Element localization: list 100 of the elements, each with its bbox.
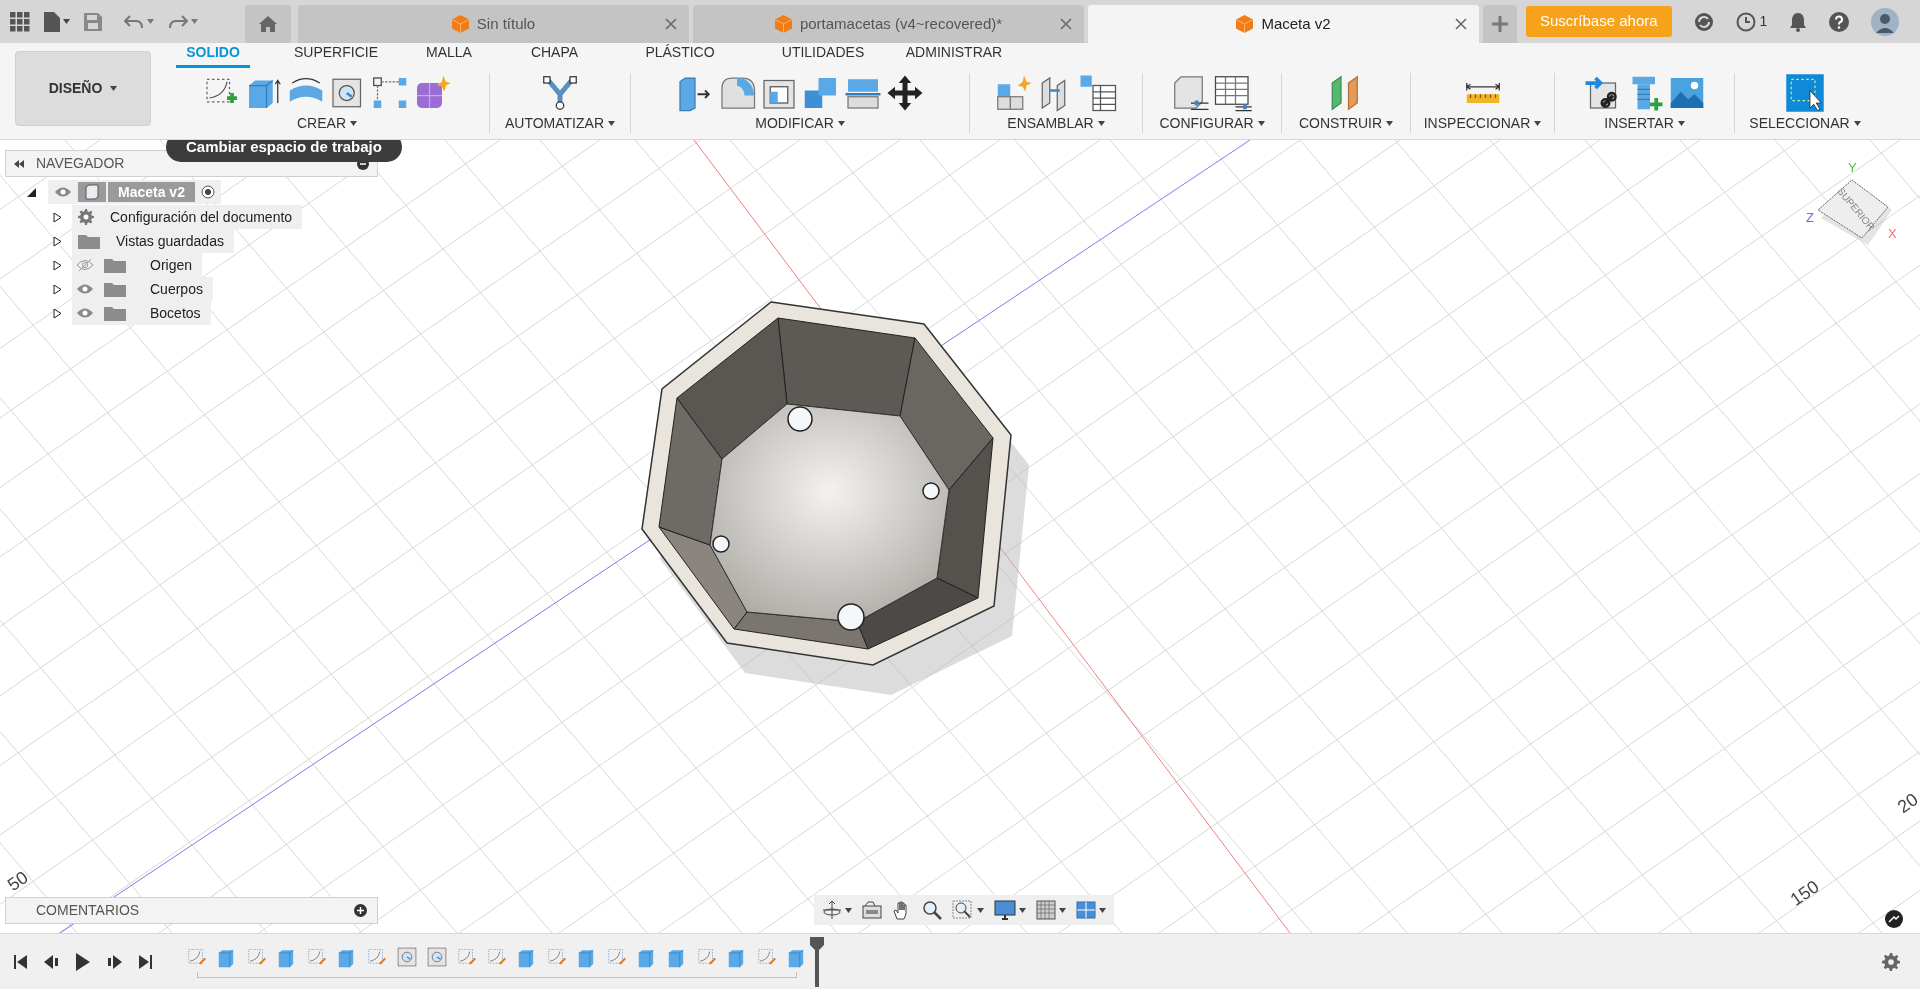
collapse-triangle-icon[interactable]: [27, 187, 36, 197]
caret-icon: [1853, 121, 1861, 126]
ribbon-tab[interactable]: CHAPA: [520, 42, 589, 68]
folder-icon: [104, 281, 126, 297]
caret-icon: [110, 86, 118, 91]
close-icon[interactable]: [665, 18, 677, 30]
panel-title: NAVEGADOR: [36, 154, 125, 173]
cube-icon: [451, 15, 469, 33]
viewports-button[interactable]: [1076, 901, 1106, 919]
caret-icon: [191, 19, 198, 24]
cube-icon: [1236, 15, 1254, 33]
save-icon[interactable]: [84, 12, 102, 31]
file-menu-button[interactable]: [44, 11, 70, 32]
caret-icon: [1019, 907, 1026, 913]
eye-icon[interactable]: [76, 307, 94, 319]
timeline-marker[interactable]: [810, 936, 824, 987]
new-tab-button[interactable]: [1483, 5, 1517, 43]
caret-icon: [1257, 121, 1265, 126]
hole-feature-icon[interactable]: [396, 945, 418, 968]
display-button[interactable]: [994, 900, 1026, 920]
expand-triangle-icon[interactable]: [53, 283, 62, 295]
step-forward-icon[interactable]: [106, 954, 122, 969]
document-tab[interactable]: portamacetas (v4~recovered)*: [693, 5, 1084, 43]
grid-button[interactable]: [1036, 900, 1066, 920]
sync-icon[interactable]: [1693, 11, 1714, 32]
hole-feature-icon[interactable]: [426, 945, 448, 968]
comments-panel-header[interactable]: COMENTARIOS: [5, 897, 378, 924]
home-tab[interactable]: [245, 5, 291, 43]
tool-group-menu[interactable]: INSERTAR: [1604, 113, 1685, 134]
caret-icon: [63, 19, 70, 24]
skip-to-end-icon[interactable]: [138, 954, 152, 969]
selection-icon[interactable]: [1785, 73, 1825, 113]
axis-label: 20: [1892, 788, 1920, 820]
collapse-arrows-icon[interactable]: [14, 159, 24, 168]
eye-crossed-icon[interactable]: [76, 258, 94, 272]
zoom-icon[interactable]: [922, 900, 942, 920]
tool-group-menu[interactable]: INSPECCIONAR: [1423, 113, 1542, 134]
orbit-button[interactable]: [822, 900, 852, 920]
app-grid-icon[interactable]: [10, 11, 30, 32]
ribbon-tab[interactable]: MALLA: [416, 42, 482, 68]
home-icon: [259, 16, 277, 32]
user-avatar[interactable]: [1871, 7, 1900, 36]
expand-triangle-icon[interactable]: [53, 259, 62, 271]
camera-icon[interactable]: [862, 901, 882, 919]
radio-icon[interactable]: [200, 185, 215, 199]
document-tab[interactable]: Sin título: [298, 5, 689, 43]
eye-icon[interactable]: [54, 186, 72, 198]
redo-button[interactable]: [168, 14, 198, 29]
caret-icon: [1099, 907, 1106, 913]
skip-to-start-icon[interactable]: [14, 954, 28, 969]
document-tab[interactable]: Maceta v2: [1088, 5, 1479, 43]
tool-group-menu[interactable]: ENSAMBLAR: [1007, 113, 1105, 134]
tool-group-menu[interactable]: AUTOMATIZAR: [504, 113, 615, 134]
plus-icon: [1492, 16, 1508, 32]
caret-icon: [608, 121, 615, 126]
panel-title: COMENTARIOS: [36, 901, 140, 920]
split-view-icon: [1076, 901, 1096, 919]
tool-group-menu[interactable]: MODIFICAR: [755, 113, 845, 134]
expand-triangle-icon[interactable]: [53, 211, 62, 223]
zoom-window-button[interactable]: [952, 900, 984, 920]
configuration-table-icon[interactable]: [1213, 73, 1253, 113]
caret-icon: [845, 907, 852, 913]
parameter-box-icon[interactable]: [1171, 73, 1211, 113]
tool-group-menu[interactable]: SELECCIONAR: [1749, 113, 1861, 134]
performance-icon[interactable]: [1885, 910, 1903, 928]
step-back-icon[interactable]: [44, 954, 60, 969]
caret-icon: [1677, 121, 1685, 126]
monitor-icon: [994, 900, 1016, 920]
close-icon[interactable]: [1060, 18, 1072, 30]
settings-icon: [78, 209, 94, 225]
clock-icon: [1735, 11, 1756, 32]
help-icon[interactable]: [1829, 11, 1850, 32]
play-icon[interactable]: [76, 952, 90, 971]
jobs-status-button[interactable]: 1: [1735, 11, 1768, 32]
undo-button[interactable]: [124, 14, 154, 29]
move-arrows-icon[interactable]: [885, 73, 925, 113]
ribbon-tab[interactable]: SUPERFICIE: [284, 42, 388, 68]
tooltip: Cambiar espacio de trabajo: [166, 140, 402, 162]
cube-icon: [774, 15, 792, 33]
tool-group-menu[interactable]: CONFIGURAR: [1159, 113, 1265, 134]
redo-icon: [168, 14, 188, 29]
plus-icon[interactable]: [354, 904, 367, 917]
zoom-window-icon: [952, 900, 974, 920]
grid-icon: [1036, 900, 1056, 920]
folder-icon: [104, 257, 126, 273]
expand-triangle-icon[interactable]: [53, 307, 62, 319]
table-list-icon[interactable]: [1078, 73, 1118, 113]
tool-group-menu[interactable]: CREAR: [297, 113, 357, 134]
close-icon[interactable]: [1455, 18, 1467, 30]
ribbon-tab[interactable]: ADMINISTRAR: [895, 42, 1013, 68]
settings-icon[interactable]: [1882, 952, 1900, 971]
tool-group-menu[interactable]: CONSTRUIR: [1298, 113, 1394, 134]
workspace-button[interactable]: DISEÑO: [15, 51, 151, 126]
eye-icon[interactable]: [76, 283, 94, 295]
ribbon-tab[interactable]: UTILIDADES: [771, 42, 875, 68]
bell-icon[interactable]: [1789, 11, 1808, 32]
caret-icon: [147, 19, 154, 24]
branch-tool-icon[interactable]: [540, 73, 580, 113]
expand-triangle-icon[interactable]: [53, 235, 62, 247]
ribbon-tab[interactable]: PLÁSTICO: [635, 42, 725, 68]
